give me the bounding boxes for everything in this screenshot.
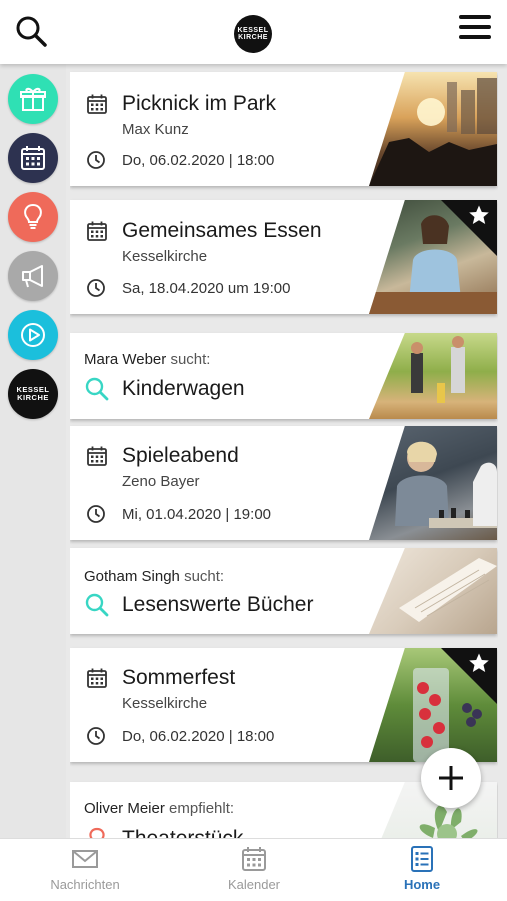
event-date: Sa, 18.04.2020 um 19:00 [122,279,291,297]
search-verb: sucht: [184,568,225,585]
category-rail: KESSEL KIRCHE [0,64,66,844]
recommend-verb: empfiehlt: [169,800,235,817]
event-date: Do, 06.02.2020 | 18:00 [122,151,275,169]
bottom-tab-bar: Nachrichten Kalender Home [0,838,507,901]
logo-line-1: KESSEL [237,27,269,34]
tab-kalender[interactable]: Kalender [199,845,309,892]
plus-icon [439,766,463,790]
clock-icon [87,151,105,169]
tab-label: Kalender [227,877,281,892]
search-card-kinderwagen[interactable]: Mara Weber sucht: Kinderwagen [70,333,497,419]
hamburger-menu-icon[interactable] [459,15,491,43]
search-icon [85,593,109,617]
event-card-picknick[interactable]: Picknick im Park Max Kunz Do, 06.02.2020… [70,72,497,186]
star-icon[interactable] [468,652,490,674]
megaphone-icon [22,265,43,288]
event-title: Gemeinsames Essen [122,219,322,242]
logo-line-2: KIRCHE [238,34,268,41]
event-title: Picknick im Park [122,92,277,115]
calendar-icon [87,221,107,241]
category-kesselkirche-button[interactable]: KESSEL KIRCHE [8,369,58,419]
search-card-buecher[interactable]: Gotham Singh sucht: Lesenswerte Bücher [70,548,497,634]
star-icon[interactable] [468,204,490,226]
category-announcements-button[interactable] [8,251,58,301]
event-card-sommerfest[interactable]: Sommerfest Kesselkirche Do, 06.02.2020 |… [70,648,497,762]
calendar-icon [87,668,107,688]
kesselkirche-logo[interactable]: KESSEL KIRCHE [234,15,272,53]
tab-nachrichten[interactable]: Nachrichten [30,845,140,892]
tab-label: Nachrichten [50,877,120,892]
search-verb: sucht: [170,351,211,368]
search-icon[interactable] [14,14,48,48]
lightbulb-icon [24,203,42,229]
clock-icon [87,505,105,523]
event-photo [369,426,497,540]
category-media-button[interactable] [8,310,58,360]
tab-label: Home [403,877,441,892]
tab-home[interactable]: Home [367,845,477,892]
category-calendar-button[interactable] [8,133,58,183]
recommend-person: Oliver Meier [84,800,165,817]
category-gift-button[interactable] [8,74,58,124]
mail-icon [72,850,98,868]
play-icon [21,323,45,347]
event-date: Do, 06.02.2020 | 18:00 [122,727,275,745]
event-organizer: Kesselkirche [122,248,208,265]
search-icon [85,377,109,401]
rail-logo-line-2: KIRCHE [17,393,49,402]
event-card-gemeinsames-essen[interactable]: Gemeinsames Essen Kesselkirche Sa, 18.04… [70,200,497,314]
category-ideas-button[interactable] [8,192,58,242]
event-organizer: Max Kunz [122,121,189,138]
clock-icon [87,727,105,745]
feed-list[interactable]: Picknick im Park Max Kunz Do, 06.02.2020… [70,70,498,840]
event-organizer: Zeno Bayer [122,473,200,490]
calendar-icon [242,847,266,871]
search-person: Mara Weber [84,351,167,368]
search-title: Kinderwagen [122,377,245,400]
clock-icon [87,279,105,297]
search-title: Lesenswerte Bücher [122,593,314,616]
calendar-icon [21,146,45,170]
home-list-icon [411,846,433,872]
event-title: Sommerfest [122,666,236,689]
event-date: Mi, 01.04.2020 | 19:00 [122,505,272,523]
calendar-icon [87,446,107,466]
search-person: Gotham Singh [84,568,180,585]
add-button[interactable] [421,748,481,808]
search-photo [369,333,497,419]
event-photo [369,72,497,186]
event-organizer: Kesselkirche [122,695,208,712]
gift-icon [20,87,46,111]
event-title: Spieleabend [122,444,239,467]
calendar-icon [87,94,107,114]
top-app-bar: KESSEL KIRCHE [0,0,507,64]
event-card-spieleabend[interactable]: Spieleabend Zeno Bayer Mi, 01.04.2020 | … [70,426,497,540]
search-photo [369,548,497,634]
